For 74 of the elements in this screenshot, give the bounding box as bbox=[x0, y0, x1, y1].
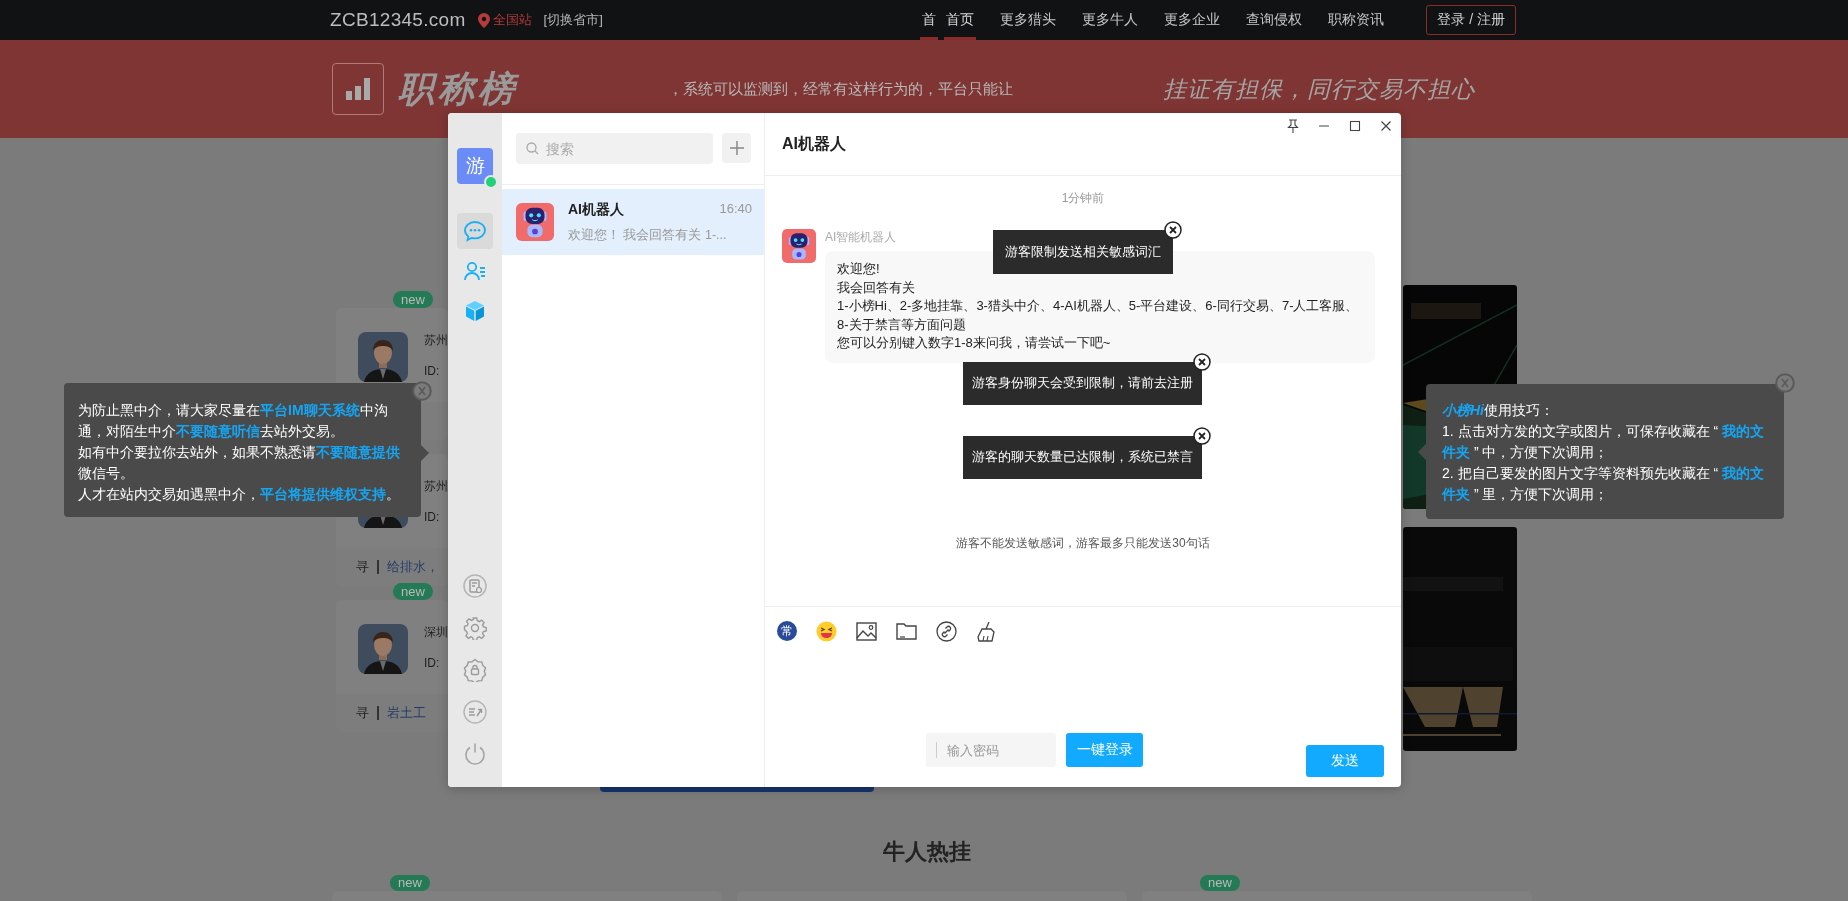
tip-text: 小榜Hi使用技巧： bbox=[1442, 401, 1555, 420]
chat-tab[interactable] bbox=[457, 213, 493, 249]
document-icon[interactable] bbox=[463, 574, 487, 598]
plus-icon bbox=[729, 141, 744, 155]
folder-icon[interactable] bbox=[896, 620, 917, 642]
message-text: 您可以分别键入数字1-8来问我，请尝试一下吧~ bbox=[837, 334, 1112, 352]
new-badge: new bbox=[1200, 875, 1240, 891]
notice-text: 游客不能发送敏感词，游客最多只能发送30句话 bbox=[956, 536, 1210, 550]
nav-link[interactable]: 更多牛人 bbox=[1080, 0, 1141, 40]
contact-name: AI机器人 bbox=[568, 200, 624, 219]
nav-link[interactable]: 职称资讯 bbox=[1326, 0, 1387, 40]
login-button[interactable]: 登录 / 注册 bbox=[1426, 5, 1516, 35]
city-name: 苏州 bbox=[424, 478, 448, 495]
seek-label: 寻 bbox=[356, 704, 369, 722]
new-badge: new bbox=[390, 875, 430, 891]
robot-avatar-icon bbox=[782, 229, 816, 263]
nav-link[interactable]: 查询侵权 bbox=[1244, 0, 1305, 40]
id-label: ID: bbox=[424, 656, 441, 670]
tip-text: 2. 把自己要发的图片文字等资料预先收藏在 “ 我的文件夹 ” 里，方便下次调用； bbox=[1442, 464, 1765, 504]
broom-icon[interactable] bbox=[976, 620, 997, 642]
close-icon[interactable] bbox=[1193, 353, 1211, 371]
message-preview: 欢迎您！ 我会回答有关 1-... bbox=[568, 226, 728, 244]
settings-icon[interactable] bbox=[463, 616, 487, 640]
message-text: 我会回答有关 bbox=[837, 278, 916, 297]
lock-gear-icon[interactable] bbox=[463, 658, 487, 682]
switch-city-link[interactable]: [切换省市] bbox=[543, 11, 603, 29]
message-timestamp: 1分钟前 bbox=[1061, 191, 1105, 205]
message-text: 欢迎您! bbox=[837, 260, 881, 278]
city-name: 深圳 bbox=[424, 624, 448, 641]
tip-text: 1. 点击对方发的文字或图片，可保存收藏在 “ 我的文件夹 ” 中，方便下次调用； bbox=[1442, 422, 1765, 462]
seek-label: 寻 bbox=[356, 558, 369, 576]
location-pin-icon bbox=[477, 12, 490, 28]
id-label: ID: bbox=[424, 510, 441, 524]
brand-name: 职称榜 bbox=[398, 65, 518, 111]
close-icon[interactable] bbox=[1164, 221, 1182, 239]
id-label: ID: bbox=[424, 364, 441, 378]
city-name: 苏州 bbox=[424, 332, 448, 349]
search-field[interactable]: 搜索 bbox=[516, 133, 713, 164]
quick-reply-button[interactable]: 常 bbox=[777, 621, 797, 641]
image-icon[interactable] bbox=[856, 620, 877, 642]
nav-link[interactable]: 更多猎头 bbox=[998, 0, 1059, 40]
close-icon[interactable] bbox=[1380, 119, 1392, 133]
pin-icon[interactable] bbox=[1287, 119, 1299, 133]
avatar bbox=[358, 332, 408, 382]
message-text: 1-小榜Hi、2-多地挂靠、3-猎头中介、4-AI机器人、5-平台建设、6-同行交易、7-人工客服、8-关于禁言等方面问题 bbox=[837, 297, 1360, 334]
slogan: 挂证有担保，同行交易不担心 bbox=[1163, 74, 1475, 104]
conversation-item[interactable]: AI机器人 16:40 欢迎您！ 我会回答有关 1-... bbox=[502, 189, 764, 255]
chat-bubble-icon bbox=[463, 219, 487, 243]
message-time: 16:40 bbox=[719, 200, 752, 218]
site-logo[interactable]: ZCB12345.com bbox=[330, 9, 466, 31]
sender-name: AI智能机器人 bbox=[825, 229, 897, 246]
avatar bbox=[358, 624, 408, 674]
password-field[interactable]: 输入密码 bbox=[926, 733, 1056, 767]
export-icon[interactable] bbox=[463, 700, 487, 724]
marquee-text: ，系统可以监测到，经常有这样行为的，平台只能让 bbox=[668, 79, 1013, 99]
power-icon[interactable] bbox=[463, 742, 487, 766]
chat-title: AI机器人 bbox=[782, 133, 846, 154]
link-icon[interactable] bbox=[936, 620, 957, 642]
brand-logo-icon bbox=[332, 63, 384, 115]
search-icon bbox=[526, 142, 539, 155]
close-icon[interactable] bbox=[1193, 427, 1211, 445]
skill-text: 岩土工 bbox=[386, 704, 426, 722]
nav-link[interactable]: 更多企业 bbox=[1162, 0, 1223, 40]
cube-icon bbox=[463, 299, 487, 323]
robot-avatar-icon bbox=[516, 203, 554, 241]
new-badge: new bbox=[393, 583, 433, 600]
location-label: 全国站 bbox=[492, 11, 532, 29]
skill-text: 给排水， bbox=[386, 558, 439, 576]
contacts-icon bbox=[463, 259, 487, 283]
emoji-icon[interactable] bbox=[816, 620, 837, 642]
add-button[interactable] bbox=[722, 133, 751, 163]
section-title: 牛人热挂 bbox=[883, 839, 971, 864]
new-badge: new bbox=[393, 291, 433, 308]
maximize-icon[interactable] bbox=[1349, 119, 1361, 133]
